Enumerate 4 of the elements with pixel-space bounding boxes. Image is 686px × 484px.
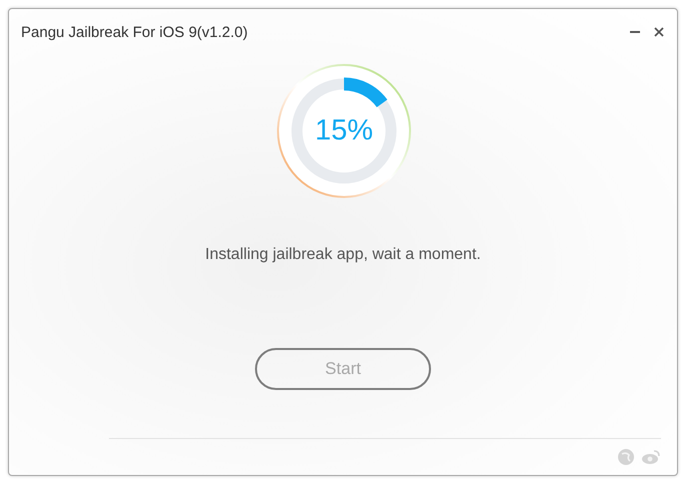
window-title: Pangu Jailbreak For iOS 9(v1.2.0): [21, 24, 248, 40]
status-message: Installing jailbreak app, wait a moment.: [205, 246, 481, 264]
progress-percent: 15%: [314, 114, 374, 148]
close-icon[interactable]: [653, 26, 665, 38]
